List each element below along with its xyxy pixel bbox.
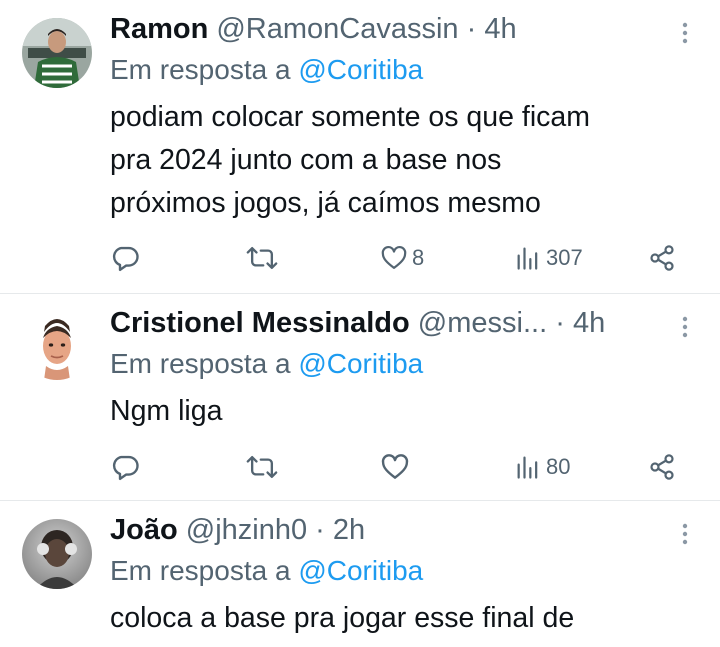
view-count: 80 <box>546 454 571 479</box>
tweet-text-line: coloca a base pra jogar esse final de <box>110 602 575 634</box>
reply-context: Em resposta a @Coritiba <box>110 554 423 588</box>
retweet-icon <box>246 246 278 270</box>
separator-dot: · <box>555 307 565 339</box>
timestamp[interactable]: 4h <box>484 13 516 45</box>
reply-prefix: Em resposta a <box>110 555 291 586</box>
retweet-button[interactable] <box>246 449 278 485</box>
tweet-text-line: Ngm liga <box>110 395 223 427</box>
timestamp[interactable]: 2h <box>333 514 365 546</box>
reply-mention-link[interactable]: @Coritiba <box>298 54 423 85</box>
reply-button[interactable] <box>110 449 140 485</box>
reply-icon <box>112 246 139 272</box>
reply-mention-link[interactable]: @Coritiba <box>298 348 423 379</box>
reply-context: Em resposta a @Coritiba <box>110 53 423 87</box>
share-icon <box>650 245 674 271</box>
tweet-cristionel[interactable]: Cristionel Messinaldo @messi... · 4h Em … <box>0 294 720 500</box>
retweet-button[interactable] <box>246 240 278 276</box>
views-button[interactable]: 307 <box>514 240 583 276</box>
tweet-text-line: podiam colocar somente os que ficam <box>110 101 590 133</box>
tweet-text: podiam colocar somente os que ficam pra … <box>110 96 690 225</box>
more-icon[interactable] <box>680 523 690 545</box>
timestamp[interactable]: 4h <box>573 307 605 339</box>
author-name[interactable]: Cristionel Messinaldo <box>110 307 410 339</box>
tweet-header: João @jhzinh0 · 2h <box>110 512 660 548</box>
author-handle[interactable]: @jhzinh0 <box>186 514 307 546</box>
separator-dot: · <box>466 13 477 45</box>
like-button[interactable]: 8 <box>380 240 424 276</box>
views-icon <box>517 247 538 270</box>
reply-icon <box>112 455 139 481</box>
author-name[interactable]: Ramon <box>110 13 208 45</box>
like-count: 8 <box>412 245 425 270</box>
author-name[interactable]: João <box>110 514 178 546</box>
tweet-ramon[interactable]: Ramon @RamonCavassin · 4h Em resposta a … <box>0 0 720 293</box>
reply-context: Em resposta a @Coritiba <box>110 347 423 381</box>
retweet-icon <box>246 455 278 479</box>
views-icon <box>517 456 538 479</box>
separator-dot: · <box>315 514 325 546</box>
reply-mention-link[interactable]: @Coritiba <box>298 555 423 586</box>
tweet-joao[interactable]: João @jhzinh0 · 2h Em resposta a @Coriti… <box>0 501 720 647</box>
tweet-text: Ngm liga <box>110 390 690 433</box>
avatar-ramon[interactable] <box>22 18 92 88</box>
view-count: 307 <box>546 245 583 270</box>
author-handle[interactable]: @RamonCavassin <box>216 13 458 45</box>
tweet-text: coloca a base pra jogar esse final de <box>110 597 690 640</box>
share-icon <box>650 454 674 480</box>
tweet-text-line: pra 2024 junto com a base nos <box>110 144 502 176</box>
avatar-joao[interactable] <box>22 519 92 589</box>
author-handle[interactable]: @messi... <box>418 307 547 339</box>
action-bar: 8 307 <box>0 240 720 276</box>
action-bar: 80 <box>0 449 720 485</box>
tweet-header: Cristionel Messinaldo @messi... · 4h <box>110 305 660 341</box>
reply-button[interactable] <box>110 240 140 276</box>
like-button[interactable] <box>380 449 410 485</box>
share-button[interactable] <box>648 449 676 485</box>
tweet-header: Ramon @RamonCavassin · 4h <box>110 11 660 47</box>
tweet-text-line: próximos jogos, já caímos mesmo <box>110 187 541 219</box>
reply-prefix: Em resposta a <box>110 348 291 379</box>
heart-icon <box>381 245 407 270</box>
more-icon[interactable] <box>680 316 690 338</box>
more-icon[interactable] <box>680 22 690 44</box>
reply-prefix: Em resposta a <box>110 54 291 85</box>
views-button[interactable]: 80 <box>514 449 570 485</box>
avatar-cristionel[interactable] <box>22 310 92 380</box>
heart-icon <box>381 454 409 479</box>
share-button[interactable] <box>648 240 676 276</box>
